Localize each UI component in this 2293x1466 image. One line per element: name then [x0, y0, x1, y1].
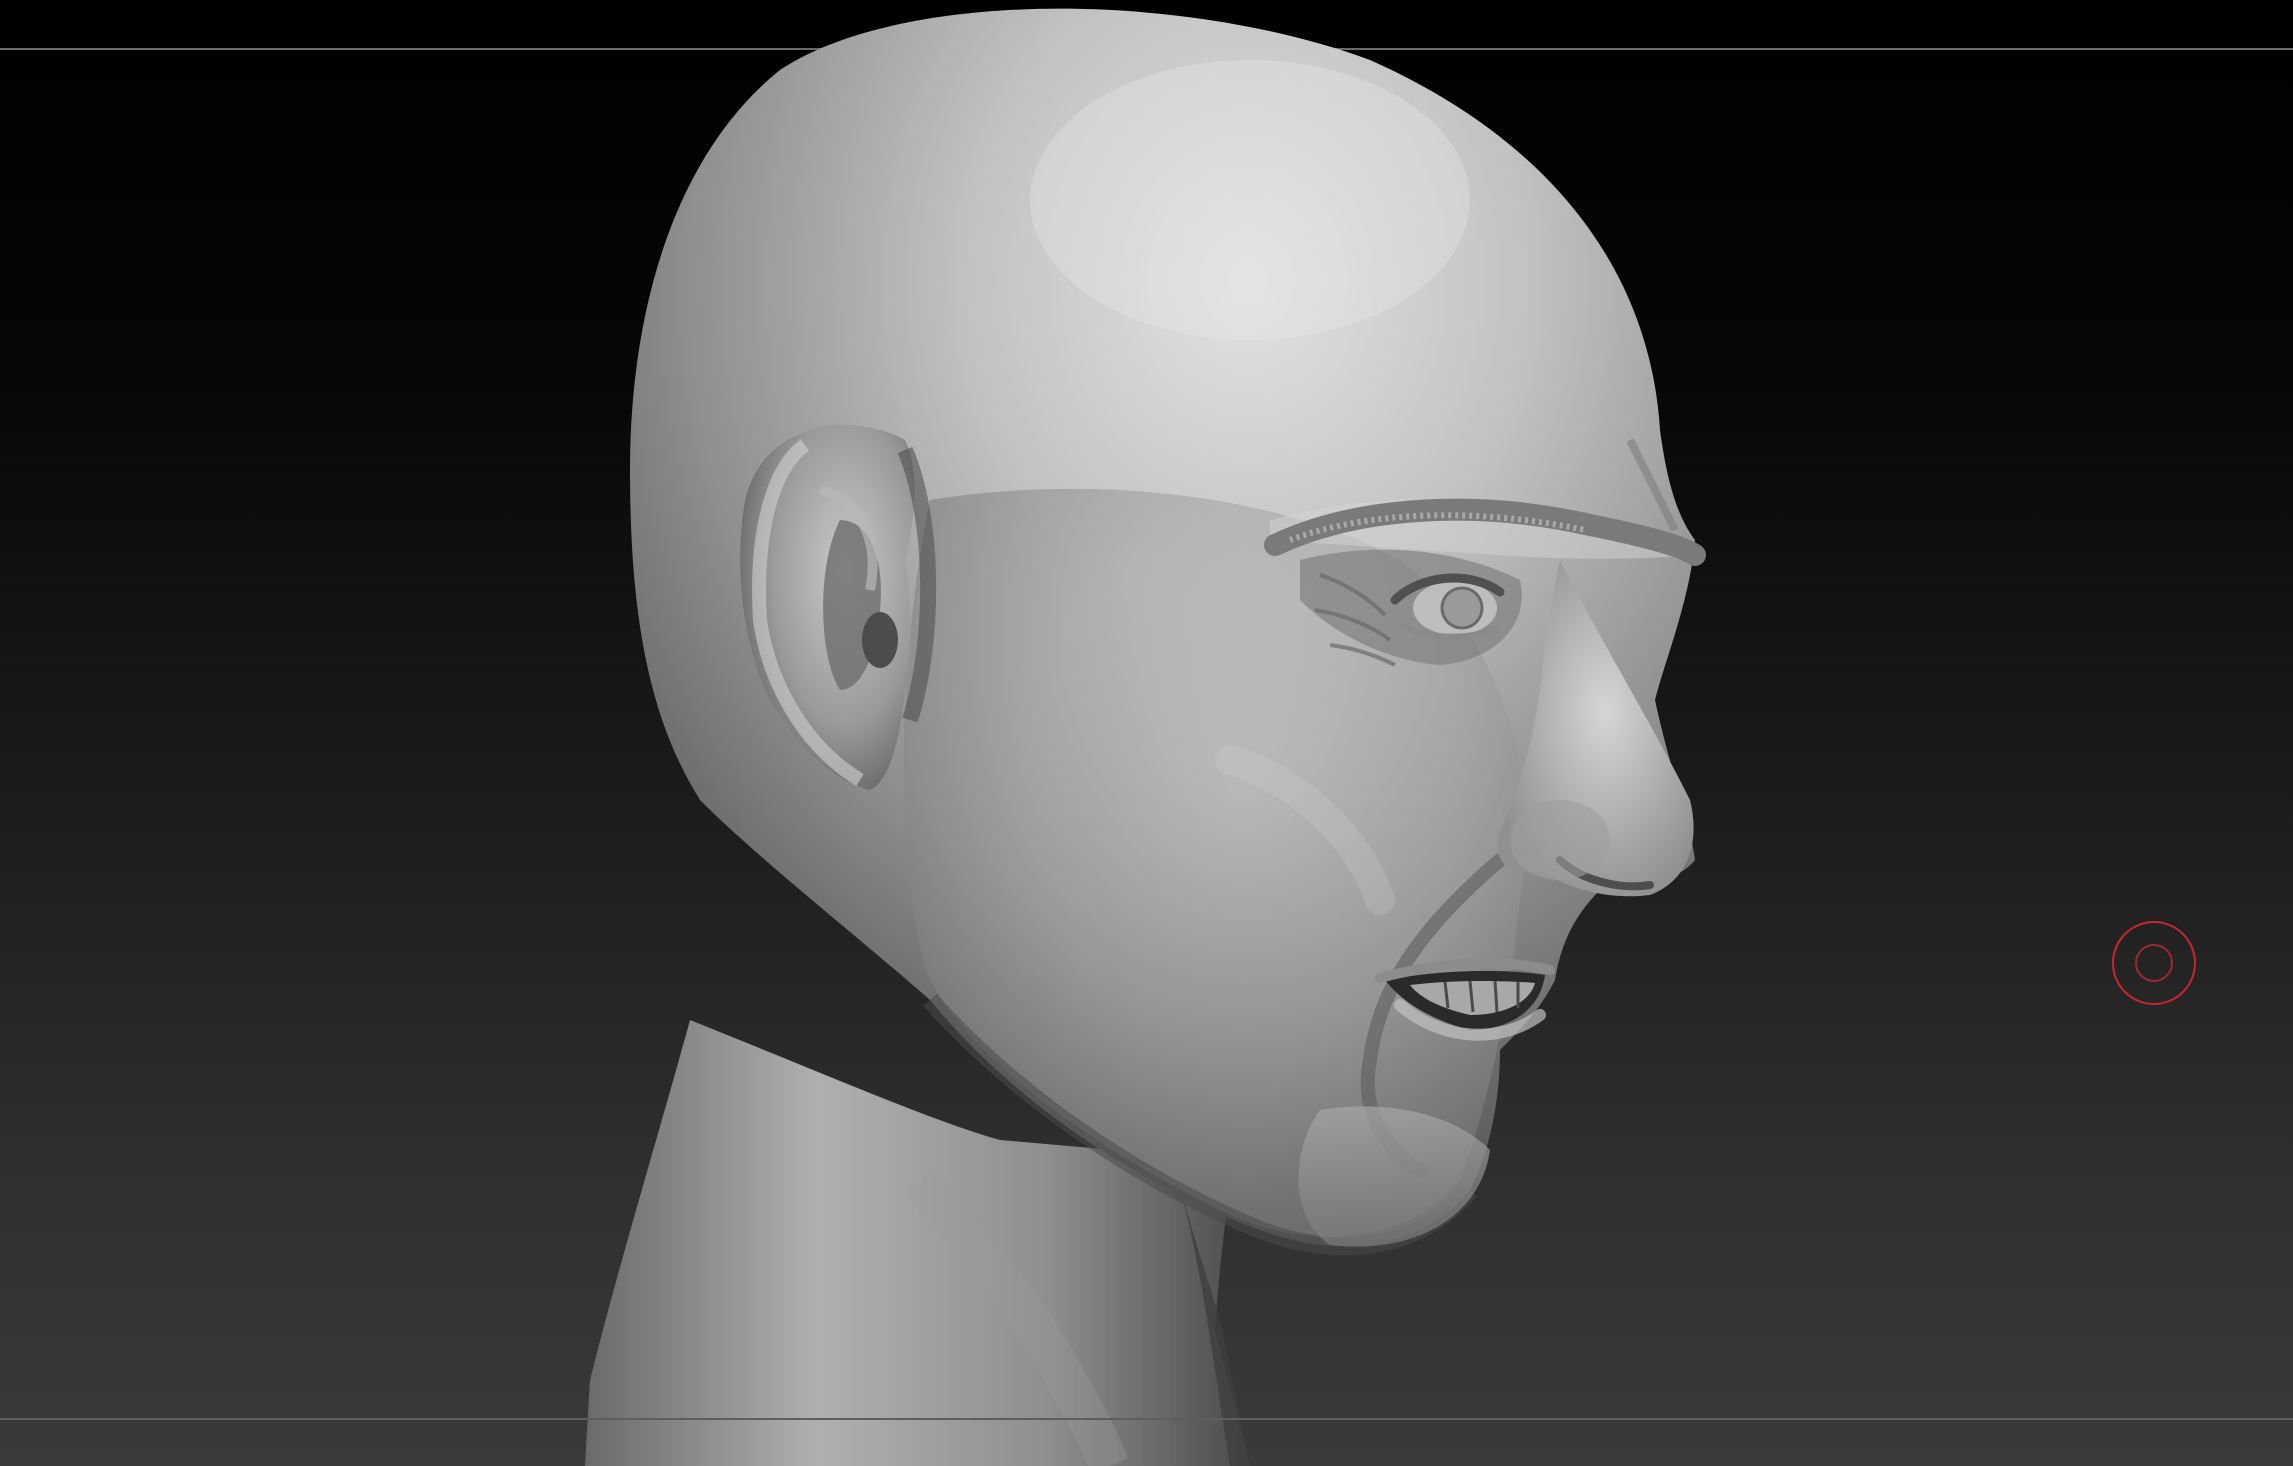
ear-canal	[862, 612, 898, 668]
iris	[1440, 586, 1484, 630]
canvas-viewport[interactable]	[0, 0, 2293, 1466]
head-sculpt-model[interactable]	[0, 0, 2293, 1466]
brush-cursor-icon	[2112, 921, 2196, 1005]
nose-wing	[1510, 800, 1610, 880]
viewport-bottom-border	[0, 1418, 2293, 1420]
skull-highlight	[1030, 60, 1470, 340]
